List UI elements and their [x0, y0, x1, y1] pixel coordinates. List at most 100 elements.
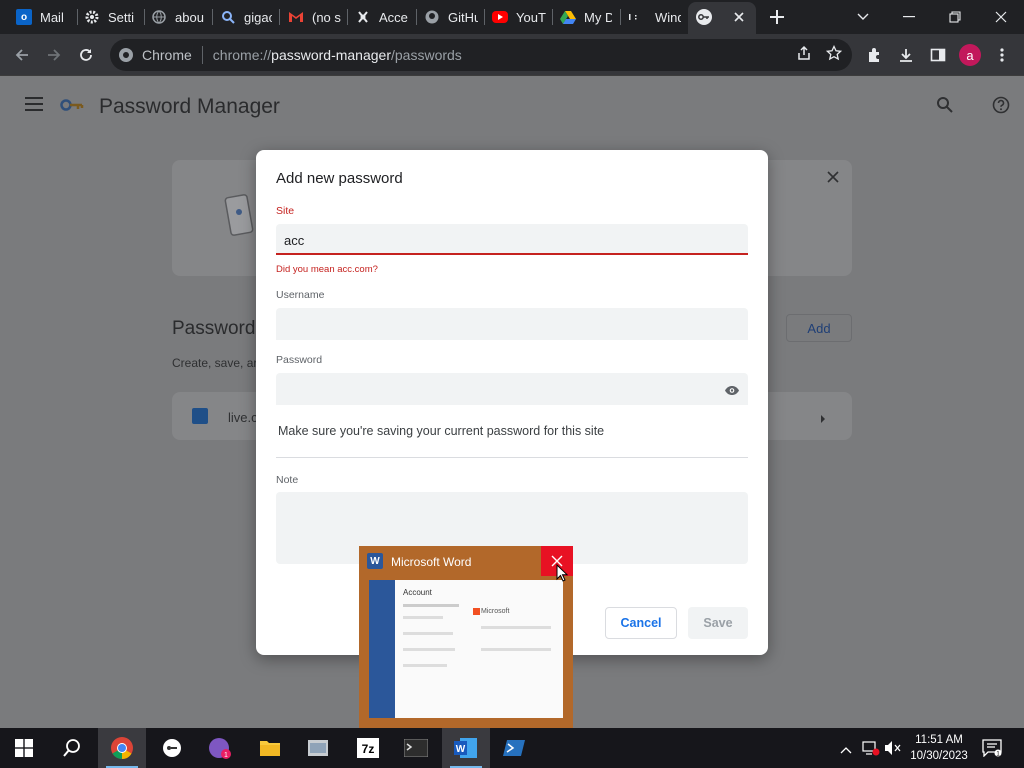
system-clock[interactable]: 11:51 AM 10/30/2023	[904, 732, 974, 764]
url-host: password-manager	[271, 47, 391, 63]
search-icon[interactable]	[936, 96, 954, 119]
dialog-title: Add new password	[276, 170, 403, 187]
tab-separator	[212, 9, 213, 25]
thumb-line	[481, 648, 551, 651]
side-panel-icon[interactable]	[926, 43, 950, 67]
tab-label: Mail	[40, 9, 64, 25]
notification-center-icon[interactable]: 1	[982, 739, 1002, 762]
tab-separator	[620, 9, 621, 25]
svg-text:1: 1	[224, 752, 228, 759]
back-button[interactable]	[10, 43, 34, 67]
restore-button[interactable]	[932, 0, 978, 34]
network-icon[interactable]	[862, 740, 880, 761]
word-icon[interactable]: W	[442, 728, 490, 768]
file-explorer-icon[interactable]	[246, 728, 294, 768]
chip-label: Chrome	[142, 47, 192, 63]
note-label: Note	[276, 474, 299, 486]
download-icon[interactable]	[894, 43, 918, 67]
outlook-icon: o	[16, 9, 32, 25]
tab-about[interactable]: abou	[151, 4, 206, 30]
preview-title: Microsoft Word	[391, 555, 472, 569]
tab-settings[interactable]: Setti	[84, 4, 138, 30]
tab-separator	[416, 9, 417, 25]
help-icon[interactable]	[992, 96, 1010, 119]
app-icon[interactable]	[294, 728, 342, 768]
chrome-icon[interactable]	[98, 728, 146, 768]
add-password-button[interactable]: Add	[786, 314, 852, 342]
discord-icon[interactable]: 1	[196, 728, 244, 768]
clock-date: 10/30/2023	[910, 750, 968, 762]
app-icon[interactable]	[148, 728, 196, 768]
tab-password-manager-content[interactable]: C	[696, 4, 720, 30]
tab-mail[interactable]: o Mail	[16, 4, 74, 30]
username-input[interactable]	[276, 308, 748, 340]
minimize-button[interactable]	[886, 0, 932, 34]
site-info-chip[interactable]: Chrome	[118, 47, 192, 63]
word-window-thumbnail: Account Microsoft	[369, 580, 563, 718]
tab-search[interactable]: gigac	[220, 4, 272, 30]
powershell-icon[interactable]	[490, 728, 538, 768]
tab-search-chevron-icon[interactable]	[840, 0, 886, 34]
search-icon[interactable]	[48, 728, 96, 768]
cancel-button[interactable]: Cancel	[605, 607, 677, 639]
reload-button[interactable]	[74, 43, 98, 67]
tab-youtube[interactable]: YouT	[492, 4, 546, 30]
terminal-icon[interactable]	[392, 728, 440, 768]
thumb-heading: Account	[403, 588, 432, 597]
tab-separator	[279, 9, 280, 25]
promo-close-icon[interactable]	[827, 170, 839, 188]
tab-strip: o Mail Setti abou gigac (no s Acce GitHu…	[0, 0, 1024, 34]
github-icon	[424, 9, 440, 25]
tab-close-icon[interactable]	[732, 10, 746, 24]
hamburger-menu-icon[interactable]	[25, 97, 43, 116]
tab-github[interactable]: GitHu	[424, 4, 478, 30]
tab-windows[interactable]: Wind	[627, 4, 681, 30]
password-label: Password	[276, 354, 323, 366]
password-manager-logo-icon	[60, 98, 84, 117]
site-input[interactable]: acc	[276, 224, 748, 255]
close-window-button[interactable]	[978, 0, 1024, 34]
forward-button[interactable]	[42, 43, 66, 67]
tab-accessibility[interactable]: Acce	[355, 4, 409, 30]
7zip-icon[interactable]: 7z	[344, 728, 392, 768]
tab-label: Setti	[108, 9, 135, 25]
windows-icon	[627, 9, 647, 25]
thumb-line	[403, 664, 447, 667]
new-tab-button[interactable]	[766, 6, 788, 28]
gmail-icon	[288, 9, 304, 25]
show-password-eye-icon[interactable]	[724, 383, 740, 401]
password-input[interactable]	[276, 373, 748, 405]
word-taskbar-preview[interactable]: W Microsoft Word Account Microsoft	[359, 546, 573, 728]
url-prefix: chrome://	[212, 47, 272, 63]
windows-taskbar: 1 7z W 11:51 AM 10/30/2023 1	[0, 728, 1024, 768]
search-icon	[220, 9, 236, 25]
tab-gmail[interactable]: (no s	[288, 4, 342, 30]
entry-site-label: live.c	[228, 410, 258, 425]
tab-separator	[347, 9, 348, 25]
svg-text:7z: 7z	[362, 742, 375, 756]
bookmark-star-icon[interactable]	[826, 45, 842, 61]
tab-drive[interactable]: My D	[560, 4, 612, 30]
tab-label: gigac	[244, 9, 272, 25]
url-path: /passwords	[391, 47, 462, 63]
site-error-message[interactable]: Did you mean acc.com?	[276, 264, 378, 275]
site-label: Site	[276, 205, 295, 217]
mouse-cursor-icon	[556, 563, 569, 587]
thumb-sidebar	[369, 580, 395, 718]
page-header: Password Manager	[0, 76, 1024, 136]
tray-chevron-up-icon[interactable]	[840, 741, 852, 759]
tab-label: Wind	[655, 9, 681, 25]
share-icon[interactable]	[796, 45, 812, 61]
volume-muted-icon[interactable]	[884, 740, 902, 761]
chrome-icon	[119, 48, 133, 62]
menu-kebab-icon[interactable]	[990, 43, 1014, 67]
username-label: Username	[276, 289, 325, 301]
save-button[interactable]: Save	[688, 607, 748, 639]
outlook-icon	[192, 408, 208, 424]
windows-start-icon[interactable]	[0, 728, 48, 768]
extensions-icon[interactable]	[862, 43, 886, 67]
address-bar[interactable]: Chrome chrome://password-manager/passwor…	[110, 39, 852, 71]
thumb-brand: Microsoft	[481, 608, 510, 615]
svg-text:W: W	[456, 744, 466, 755]
profile-avatar[interactable]: a	[959, 44, 981, 66]
